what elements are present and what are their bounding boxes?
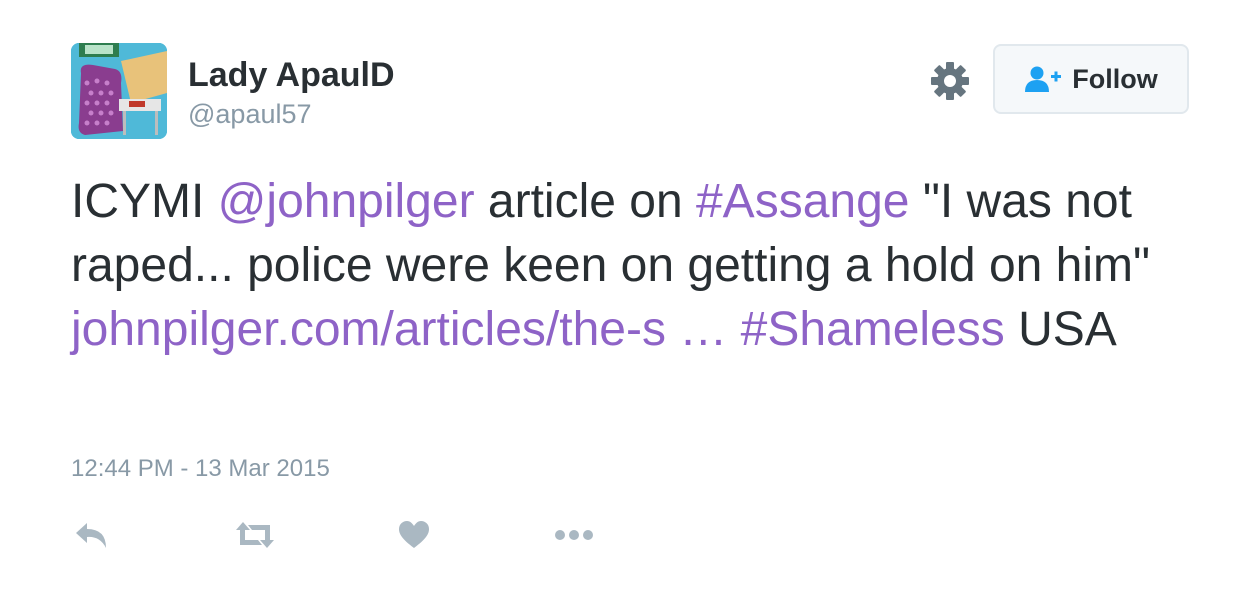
- hashtag-link[interactable]: #Assange: [696, 175, 910, 228]
- avatar[interactable]: [71, 43, 167, 139]
- follow-button[interactable]: Follow: [993, 44, 1189, 114]
- heart-icon: [399, 521, 429, 548]
- retweet-icon: [236, 522, 274, 548]
- gear-icon[interactable]: [929, 60, 971, 102]
- tweet-timestamp[interactable]: 12:44 PM - 13 Mar 2015: [71, 455, 330, 483]
- more-button[interactable]: [554, 516, 594, 554]
- mention-link[interactable]: @johnpilger: [218, 175, 475, 228]
- tweet-text-segment: article on: [474, 175, 696, 228]
- tweet-text-segment: [727, 303, 740, 356]
- avatar-image: [71, 43, 167, 139]
- more-icon: [555, 530, 593, 540]
- tweet-text: ICYMI @johnpilger article on #Assange "I…: [71, 170, 1191, 362]
- author-handle[interactable]: @apaul57: [188, 99, 312, 130]
- retweet-button[interactable]: [234, 516, 276, 554]
- hashtag-link[interactable]: #Shameless: [741, 303, 1005, 356]
- url-link[interactable]: johnpilger.com/articles/the-s …: [71, 303, 727, 356]
- author-name[interactable]: Lady ApaulD: [188, 56, 395, 95]
- add-user-icon: [1025, 66, 1062, 92]
- like-button[interactable]: [398, 516, 430, 554]
- follow-button-label: Follow: [1072, 63, 1158, 94]
- tweet-text-segment: USA: [1004, 303, 1117, 356]
- tweet-text-segment: ICYMI: [71, 175, 218, 228]
- reply-button[interactable]: [74, 516, 110, 554]
- reply-icon: [76, 523, 106, 548]
